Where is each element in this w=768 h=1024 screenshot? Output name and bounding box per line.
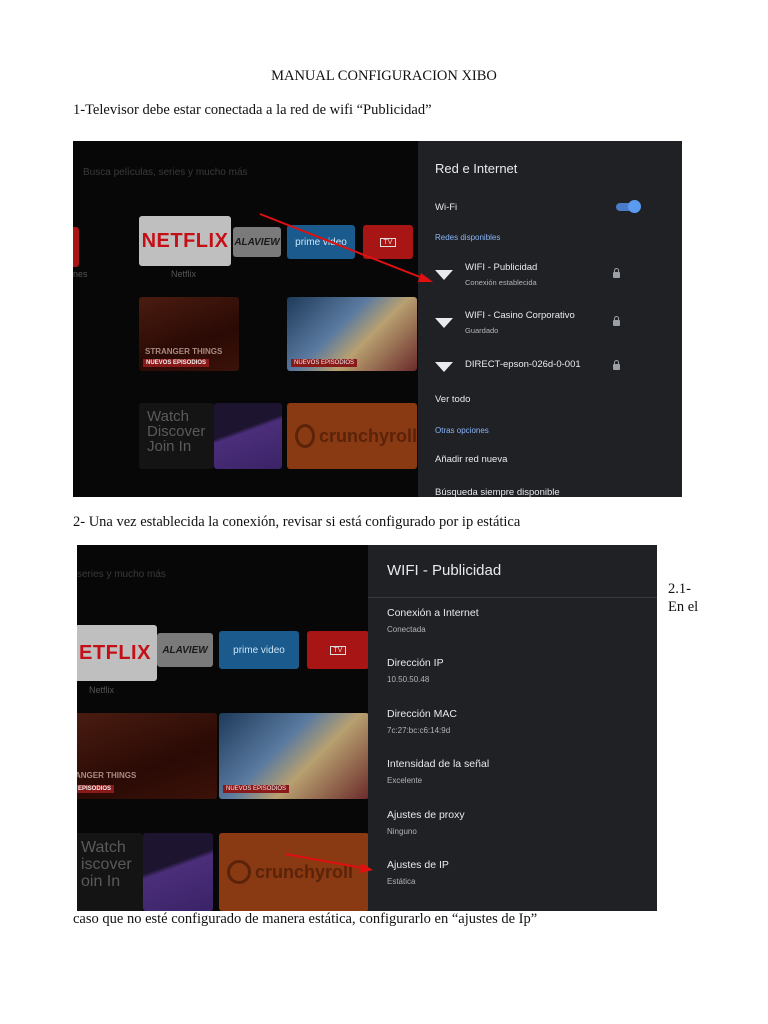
crunchyroll-label: crunchyroll [318, 425, 417, 446]
one-piece-tile: NUEVOS EPISODIOS [287, 297, 417, 371]
ip-address-label[interactable]: Dirección IP [387, 657, 444, 669]
other-options-header: Otras opciones [435, 426, 489, 435]
search-placeholder: Busca películas, series y mucho más [83, 167, 248, 178]
watch-line-1: Watch [81, 839, 126, 856]
app-label-cut: nes [73, 269, 88, 279]
step-2-1-text-start: 2.1- En el [668, 581, 699, 615]
lock-icon [613, 268, 620, 278]
netflix-label: Netflix [89, 685, 115, 695]
tv-tile: TV [363, 225, 413, 259]
wifi-icon [435, 270, 453, 280]
watch-line-2: iscover [81, 856, 132, 873]
wifi-details-panel: WIFI - Publicidad Conexión a Internet Co… [368, 545, 657, 911]
lock-icon [613, 360, 620, 370]
stranger-things-tile: STRANGER THINGS NUEVOS EPISODIOS [139, 297, 239, 371]
wifi-toggle[interactable] [616, 200, 641, 213]
network-name-3[interactable]: DIRECT-epson-026d-0-001 [465, 359, 581, 370]
watch-discover-tile: Watch iscover oin In [77, 833, 143, 911]
internet-connection-label[interactable]: Conexión a Internet [387, 607, 479, 619]
netflix-label: Netflix [171, 269, 197, 279]
panel-title: Red e Internet [435, 161, 518, 176]
prime-video-tile: prime video [219, 631, 299, 669]
new-episodes-badge: NUEVOS EPISODIOS [143, 359, 210, 367]
internet-connection-value: Conectada [387, 625, 426, 634]
watch-discover-tile: Watch Discover Join In [139, 403, 214, 469]
twitch-tile [214, 403, 282, 469]
network-name-1[interactable]: WIFI - Publicidad [465, 262, 537, 273]
watch-line-3: Join In [147, 438, 192, 455]
netflix-tile: NETFLIX [139, 216, 231, 266]
ip-settings-label[interactable]: Ajustes de IP [387, 859, 449, 871]
search-placeholder: series y mucho más [77, 569, 166, 580]
tv-tile: TV [307, 631, 369, 669]
crunchyroll-tile: crunchyroll [287, 403, 417, 469]
step-1-text: 1-Televisor debe estar conectada a la re… [73, 102, 432, 118]
tv-icon: TV [329, 645, 347, 655]
prime-video-tile: prime video [287, 225, 355, 259]
signal-strength-value: Excelente [387, 776, 423, 785]
step-2-text: 2- Una vez establecida la conexión, revi… [73, 514, 521, 530]
network-name-2[interactable]: WIFI - Casino Corporativo [465, 310, 575, 321]
alaview-tile: ALAVIEW [233, 227, 281, 257]
panel-title: WIFI - Publicidad [387, 562, 502, 579]
crunchyroll-label: crunchyroll [255, 861, 354, 882]
add-network-item[interactable]: Añadir red nueva [435, 454, 507, 465]
new-episodes-badge-2: NUEVOS EPISODIOS [223, 785, 290, 793]
crunchyroll-tile: crunchyroll [219, 833, 369, 911]
watch-line-2: Discover [147, 423, 206, 440]
crunchyroll-logo-icon [227, 860, 251, 884]
tv-icon: TV [379, 237, 397, 247]
watch-line-3: oin In [81, 873, 121, 890]
screenshot-wifi-details: series y mucho más ETFLIX Netflix ALAVIE… [77, 545, 657, 911]
document-title: MANUAL CONFIGURACION XIBO [271, 68, 497, 84]
panel-header: WIFI - Publicidad [368, 545, 657, 598]
available-networks-header: Redes disponibles [435, 233, 501, 242]
signal-strength-label[interactable]: Intensidad de la señal [387, 758, 489, 770]
stranger-things-title: ANGER THINGS [77, 771, 137, 780]
crunchyroll-logo-icon [295, 424, 315, 448]
wifi-icon [435, 362, 453, 372]
wifi-icon [435, 318, 453, 328]
new-episodes-badge-2: NUEVOS EPISODIOS [291, 359, 358, 367]
screenshot-network-settings: Busca películas, series y mucho más nes … [73, 141, 682, 497]
app-tile-cut [73, 227, 79, 267]
alaview-tile: ALAVIEW [157, 633, 213, 667]
netflix-tile: ETFLIX [77, 625, 157, 681]
mac-address-value: 7c:27:bc:c6:14:9d [387, 726, 451, 735]
new-episodes-badge: EPISODIOS [77, 785, 115, 793]
stranger-things-title: STRANGER THINGS [145, 347, 223, 356]
mac-address-label[interactable]: Dirección MAC [387, 708, 457, 720]
watch-line-1: Watch [147, 408, 189, 425]
network-status-1: Conexión establecida [465, 278, 537, 287]
proxy-settings-label[interactable]: Ajustes de proxy [387, 809, 465, 821]
stranger-things-tile: ANGER THINGS EPISODIOS [77, 713, 217, 799]
network-status-2: Guardado [465, 326, 499, 335]
lock-icon [613, 316, 620, 326]
twitch-tile [143, 833, 213, 911]
ip-settings-value: Estática [387, 877, 416, 886]
step-2-1-text-end: caso que no esté configurado de manera e… [73, 911, 538, 927]
one-piece-tile: NUEVOS EPISODIOS [219, 713, 369, 799]
network-settings-panel: Red e Internet Wi-Fi Redes disponibles W… [418, 141, 682, 497]
proxy-settings-value: Ninguno [387, 827, 417, 836]
see-all-item[interactable]: Ver todo [435, 394, 470, 405]
always-scan-item[interactable]: Búsqueda siempre disponible [435, 487, 560, 497]
wifi-label: Wi-Fi [435, 202, 458, 213]
ip-address-value: 10.50.50.48 [387, 675, 430, 684]
